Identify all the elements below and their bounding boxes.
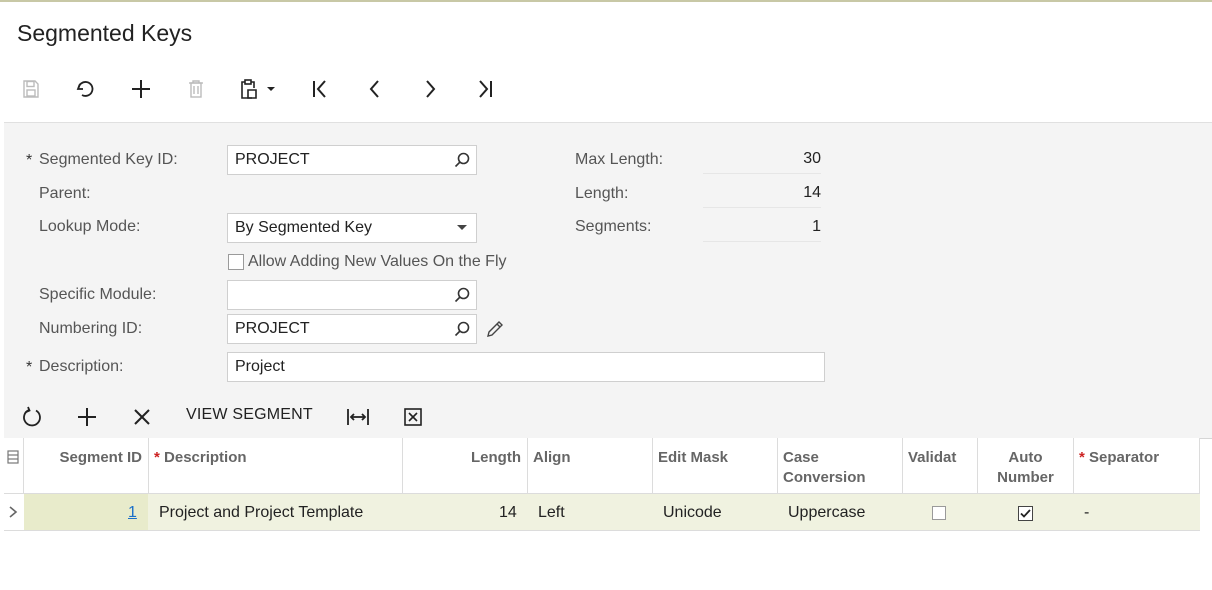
chevron-down-icon (267, 87, 275, 91)
undo-button[interactable] (72, 76, 98, 102)
add-row-button[interactable] (73, 402, 101, 432)
column-header-case-conversion-line1: Case (783, 449, 819, 466)
allow-adding-checkbox[interactable] (228, 254, 244, 270)
description-field[interactable]: Project (227, 352, 825, 382)
segmented-key-id-value: PROJECT (235, 151, 310, 168)
column-header-description-label: Description (164, 449, 247, 466)
max-length-label: Max Length: (575, 151, 664, 168)
first-record-icon (313, 80, 326, 98)
checkmark-icon (1020, 509, 1031, 518)
close-icon (134, 409, 150, 425)
lookup-mode-label: Lookup Mode: (39, 218, 141, 235)
cell-description[interactable]: Project and Project Template (159, 504, 363, 522)
search-icon[interactable] (454, 321, 470, 337)
save-icon (23, 80, 39, 98)
description-label: Description: (39, 358, 124, 375)
cell-edit-mask[interactable]: Unicode (663, 504, 722, 522)
fit-width-icon (347, 409, 369, 425)
auto-number-checkbox[interactable] (1018, 506, 1033, 521)
segmented-key-id-label: Segmented Key ID: (39, 151, 178, 168)
specific-module-field[interactable] (227, 280, 477, 310)
add-button[interactable] (128, 76, 154, 102)
previous-record-icon (369, 80, 379, 98)
delete-row-button[interactable] (128, 402, 156, 432)
required-mark: * (1079, 449, 1085, 466)
save-button[interactable] (18, 76, 44, 102)
numbering-id-value: PROJECT (235, 320, 310, 337)
next-record-button[interactable] (417, 76, 443, 102)
column-header-case-conversion-line2: Conversion (783, 469, 866, 486)
column-header-case-conversion[interactable]: Case Conversion (778, 438, 903, 494)
previous-record-button[interactable] (362, 76, 388, 102)
clipboard-menu-button[interactable] (238, 76, 284, 102)
chevron-right-icon[interactable] (8, 506, 18, 518)
last-record-icon (479, 80, 492, 98)
add-icon (78, 408, 96, 426)
delete-button[interactable] (183, 76, 209, 102)
add-icon (132, 80, 150, 98)
cell-segment-id[interactable]: 1 (128, 504, 137, 522)
top-border (0, 0, 1212, 2)
segmented-key-id-field[interactable]: PROJECT (227, 145, 477, 175)
cell-case-conversion[interactable]: Uppercase (788, 504, 865, 522)
grid-row-selector-header[interactable] (4, 438, 24, 494)
allow-adding-label: Allow Adding New Values On the Fly (248, 253, 507, 270)
column-header-segment-id[interactable]: Segment ID (24, 438, 149, 494)
column-settings-icon (7, 450, 19, 464)
required-mark: * (26, 152, 33, 169)
column-header-validate[interactable]: Validat (903, 438, 978, 494)
search-icon[interactable] (454, 152, 470, 168)
edit-pencil-icon[interactable] (486, 320, 504, 338)
column-header-edit-mask[interactable]: Edit Mask (653, 438, 778, 494)
delete-icon (189, 80, 203, 98)
chevron-down-icon (457, 225, 467, 230)
specific-module-label: Specific Module: (39, 286, 157, 303)
next-record-icon (426, 80, 436, 98)
lookup-mode-value: By Segmented Key (235, 219, 372, 236)
column-header-description[interactable]: * Description (149, 438, 403, 494)
search-icon[interactable] (454, 287, 470, 303)
excel-icon (404, 408, 422, 426)
column-header-auto-number-line1: Auto (1008, 449, 1043, 466)
first-record-button[interactable] (307, 76, 333, 102)
refresh-button[interactable] (18, 402, 46, 432)
segments-label: Segments: (575, 218, 652, 235)
description-value: Project (235, 358, 285, 375)
fit-columns-button[interactable] (344, 402, 372, 432)
row-divider (4, 530, 1200, 531)
max-length-value: 30 (703, 146, 821, 174)
export-excel-button[interactable] (399, 402, 427, 432)
refresh-icon (23, 406, 41, 427)
validate-checkbox[interactable] (932, 506, 946, 520)
lookup-mode-select[interactable]: By Segmented Key (227, 213, 477, 243)
length-value: 14 (703, 180, 821, 208)
clipboard-icon (241, 79, 257, 99)
parent-label: Parent: (39, 185, 91, 202)
cell-align[interactable]: Left (538, 504, 565, 522)
cell-separator[interactable]: - (1084, 504, 1089, 522)
column-header-auto-number[interactable]: Auto Number (978, 438, 1074, 494)
cell-length[interactable]: 14 (499, 504, 517, 522)
required-mark: * (26, 359, 33, 376)
undo-icon (76, 81, 94, 97)
page-title: Segmented Keys (17, 20, 193, 46)
required-mark: * (154, 449, 160, 466)
view-segment-button[interactable]: VIEW SEGMENT (186, 406, 313, 424)
last-record-button[interactable] (472, 76, 498, 102)
column-header-auto-number-line2: Number (997, 469, 1054, 486)
column-header-separator[interactable]: * Separator (1074, 438, 1200, 494)
column-header-align[interactable]: Align (528, 438, 653, 494)
segments-value: 1 (703, 214, 821, 242)
column-header-separator-label: Separator (1089, 449, 1160, 466)
column-header-length[interactable]: Length (403, 438, 528, 494)
numbering-id-field[interactable]: PROJECT (227, 314, 477, 344)
length-label: Length: (575, 185, 629, 202)
numbering-id-label: Numbering ID: (39, 320, 143, 337)
